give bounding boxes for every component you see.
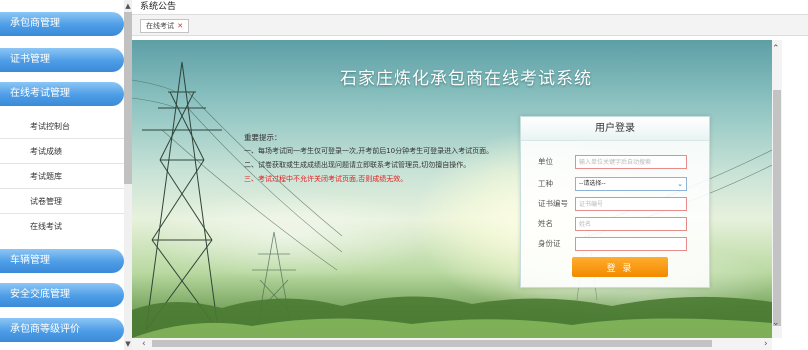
sidebar-item-online-exam[interactable]: 在线考试 [0,214,124,239]
content-horizontal-scrollbar-thumb[interactable] [152,340,712,347]
sidebar-scroll-down-icon[interactable]: ▼ [124,339,132,349]
system-title: 石家庄炼化承包商在线考试系统 [340,69,592,89]
unit-row: 单位 [521,155,711,169]
sidebar-scroll-up-icon[interactable]: ▲ [124,1,132,11]
menu-online-exam-management[interactable]: 在线考试管理 [0,82,124,106]
sidebar: 承包商管理 证书管理 在线考试管理 考试控制台 考试成绩 考试题库 试卷管理 在… [0,0,132,350]
cert-row: 证书编号 [521,197,711,211]
cert-label: 证书编号 [538,199,568,208]
sidebar-scrollbar-thumb[interactable] [124,12,132,184]
menu-contractor-rating[interactable]: 承包商等级评价 [0,318,124,342]
header-title: 系统公告 [140,2,177,12]
job-select-value: --请选择-- [579,180,606,187]
name-label: 姓名 [538,219,553,228]
notice-line: 二、试卷获取或生成成绩出现问题请立即联系考试管理员,切勿擅自操作。 [244,161,471,169]
login-box: 用户登录 单位 工种 --请选择-- ⌄ 证书编号 姓名 身份证 登 录 [520,116,710,288]
id-row: 身份证 [521,237,711,251]
id-card-input[interactable] [575,237,687,251]
job-row: 工种 --请选择-- ⌄ [521,177,711,191]
login-title: 用户登录 [521,117,709,141]
cert-number-input[interactable] [575,197,687,211]
notice-title: 重要提示： [244,133,282,142]
tab-bar: 在线考试 ✕ [132,14,808,36]
name-row: 姓名 [521,217,711,231]
scroll-left-icon[interactable]: ‹ [142,339,146,349]
tab-close-icon[interactable]: ✕ [177,22,183,30]
menu-contractor-management[interactable]: 承包商管理 [0,12,124,36]
sidebar-item-exam-console[interactable]: 考试控制台 [0,114,124,139]
sidebar-item-question-bank[interactable]: 考试题库 [0,164,124,189]
login-button[interactable]: 登 录 [572,257,668,277]
scroll-down-icon[interactable]: ⌄ [772,318,780,328]
unit-label: 单位 [538,157,553,166]
menu-vehicle-management[interactable]: 车辆管理 [0,249,124,273]
chevron-down-icon: ⌄ [677,180,683,188]
menu-safety-briefing-management[interactable]: 安全交底管理 [0,283,124,307]
id-label: 身份证 [538,239,561,248]
tab-label: 在线考试 [146,22,174,30]
scroll-right-icon[interactable]: › [764,339,768,349]
content-vertical-scrollbar-thumb[interactable] [773,90,781,326]
job-label: 工种 [538,179,553,188]
sidebar-item-paper-management[interactable]: 试卷管理 [0,189,124,214]
job-select[interactable]: --请选择-- ⌄ [575,177,687,191]
menu-certificate-management[interactable]: 证书管理 [0,48,124,72]
notice-panel: 重要提示： 一、每场考试同一考生仅可登录一次,开考前后10分钟考生可登录进入考试… [244,132,509,188]
scroll-up-icon[interactable]: ⌃ [772,44,780,54]
name-input[interactable] [575,217,687,231]
login-page: 石家庄炼化承包商在线考试系统 重要提示： 一、每场考试同一考生仅可登录一次,开考… [132,40,772,338]
sidebar-item-exam-scores[interactable]: 考试成绩 [0,139,124,164]
unit-input[interactable] [575,155,687,169]
notice-line-warning: 三、考试过程中不允许关闭考试页面,否则成绩无效。 [244,175,408,183]
tab-online-exam[interactable]: 在线考试 ✕ [140,19,190,33]
notice-line: 一、每场考试同一考生仅可登录一次,开考前后10分钟考生可登录进入考试页面。 [244,147,494,155]
